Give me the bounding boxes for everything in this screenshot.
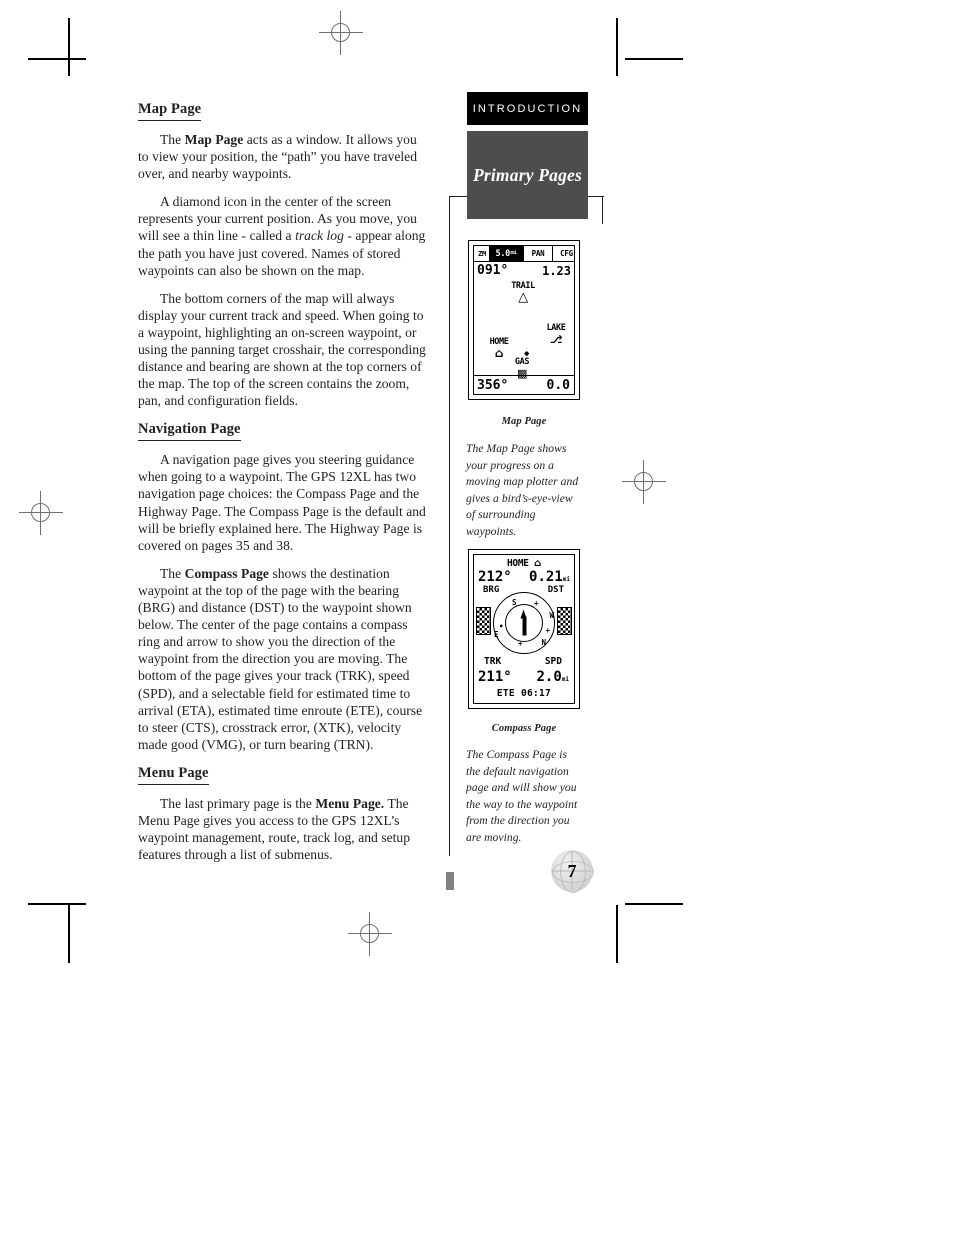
section-title-box: Primary Pages bbox=[467, 131, 588, 219]
waypoint-lake: LAKE ⎇ bbox=[536, 323, 574, 347]
zoom-value: 5.0 bbox=[495, 248, 511, 259]
map-page-lcd: ZM 5.0 mi PAN CFG 091° 1.23 TRAIL △ LAKE … bbox=[474, 246, 574, 394]
house-icon: ⌂ bbox=[534, 558, 541, 569]
compass-page-lcd: HOME ⌂ 212° 0.21mi BRG DST S W E N + • + bbox=[474, 555, 574, 703]
crop-mark-bottom-right-h bbox=[625, 903, 683, 905]
compass-spd-label: SPD bbox=[544, 656, 562, 667]
paragraph-navigation-page-2: The Compass Page shows the destination w… bbox=[138, 565, 423, 752]
boat-icon: ⎇ bbox=[549, 333, 563, 346]
compass-trk-label: TRK bbox=[484, 656, 502, 667]
crop-mark-top-left-v bbox=[68, 18, 70, 76]
compass-point-w: W bbox=[549, 611, 554, 620]
compass-brg-value: 212° bbox=[478, 569, 512, 585]
map-page-device-screen: ZM 5.0 mi PAN CFG 091° 1.23 TRAIL △ LAKE … bbox=[468, 240, 580, 400]
waypoint-trail: TRAIL △ bbox=[502, 282, 544, 305]
crop-mark-top-left-h bbox=[28, 58, 86, 60]
figure-caption-compass-page: The Compass Page is the default navigati… bbox=[466, 748, 578, 844]
heading-map-page: Map Page bbox=[138, 101, 202, 121]
heading-menu-page: Menu Page bbox=[138, 765, 209, 785]
pan-field: PAN bbox=[531, 249, 545, 258]
compass-tick-3: + bbox=[545, 626, 550, 635]
compass-tick-4: + bbox=[518, 639, 523, 648]
sidebar-rule-vertical bbox=[449, 196, 451, 856]
diamond-icon: ◆ bbox=[524, 349, 530, 359]
figure-title-map-page: Map Page bbox=[501, 416, 547, 427]
page-number-badge: 7 bbox=[551, 850, 594, 893]
heading-navigation-page: Navigation Page bbox=[138, 421, 241, 442]
tent-icon: △ bbox=[518, 290, 528, 305]
registration-mark-top bbox=[319, 11, 363, 55]
paragraph-navigation-page-1: A navigation page gives you steering gui… bbox=[138, 452, 426, 553]
compass-tick-1: + bbox=[534, 599, 539, 608]
compass-ete-row: ETE 06:17 bbox=[474, 688, 574, 699]
compass-page-device-screen: HOME ⌂ 212° 0.21mi BRG DST S W E N + • + bbox=[468, 549, 580, 709]
compass-dst-value: 0.21mi bbox=[529, 569, 570, 585]
zoom-unit: mi bbox=[510, 249, 517, 256]
compass-ete-label: ETE bbox=[496, 688, 515, 699]
compass-spd-unit: mi bbox=[561, 676, 569, 683]
map-distance-top: 1.23 bbox=[542, 264, 571, 278]
crop-mark-top-right-h bbox=[625, 58, 683, 60]
registration-mark-left bbox=[19, 491, 63, 535]
compass-spd-number: 2.0 bbox=[536, 669, 562, 685]
crop-mark-bottom-left-v bbox=[68, 905, 70, 963]
paragraph-map-page-1: The Map Page acts as a window. It allows… bbox=[138, 131, 418, 182]
section-navigation-page: Navigation Page bbox=[138, 420, 430, 448]
sidebar-rule-right bbox=[602, 196, 604, 224]
compass-point-e: E bbox=[494, 630, 499, 639]
map-page-lcd-bezel: ZM 5.0 mi PAN CFG 091° 1.23 TRAIL △ LAKE … bbox=[473, 245, 575, 395]
main-text-column: Map Page The Map Page acts as a window. … bbox=[138, 100, 430, 874]
paragraph-menu-page-1: The last primary page is the Menu Page. … bbox=[138, 795, 411, 863]
compass-point-s: S bbox=[512, 598, 517, 607]
compass-page-lcd-bezel: HOME ⌂ 212° 0.21mi BRG DST S W E N + • + bbox=[473, 554, 575, 704]
bearing-arrow-icon bbox=[520, 609, 528, 636]
section-tab-introduction: INTRODUCTION bbox=[467, 92, 588, 125]
compass-tick-2: • bbox=[499, 622, 504, 631]
waypoint-lake-label: LAKE bbox=[546, 323, 566, 333]
section-menu-page: Menu Page bbox=[138, 764, 430, 792]
compass-dst-label: DST bbox=[547, 585, 564, 595]
registration-mark-right bbox=[622, 460, 666, 504]
figure-title-compass-page: Compass Page bbox=[491, 723, 557, 734]
section-title-label: Primary Pages bbox=[472, 164, 583, 185]
compass-destination-row: HOME ⌂ bbox=[474, 558, 574, 569]
compass-brg-label: BRG bbox=[483, 585, 500, 595]
map-speed-bottom: 0.0 bbox=[546, 378, 570, 393]
compass-destination-label: HOME bbox=[507, 558, 529, 569]
compass-point-n: N bbox=[541, 638, 546, 647]
compass-dst-number: 0.21 bbox=[529, 569, 563, 585]
figure-caption-map-page: The Map Page shows your progress on a mo… bbox=[466, 442, 579, 538]
compass-spd-value: 2.0mi bbox=[536, 669, 569, 685]
map-top-field-bar: ZM 5.0 mi PAN CFG bbox=[474, 246, 574, 262]
compass-trk-value: 211° bbox=[478, 669, 512, 685]
section-tab-label: INTRODUCTION bbox=[472, 102, 583, 115]
compass-dst-unit: mi bbox=[562, 576, 570, 583]
registration-mark-bottom bbox=[348, 912, 392, 956]
map-track-bottom: 356° bbox=[477, 378, 509, 393]
crop-mark-bottom-left-h bbox=[28, 903, 86, 905]
sidebar-tick-mark bbox=[446, 872, 454, 890]
page-number: 7 bbox=[567, 860, 577, 881]
zoom-label: ZM bbox=[478, 249, 486, 258]
paragraph-map-page-2: A diamond icon in the center of the scre… bbox=[138, 194, 426, 278]
cfg-field: CFG bbox=[560, 249, 573, 258]
waypoint-home: HOME ⌂ bbox=[480, 338, 518, 360]
map-bottom-field-bar: 356° 0.0 bbox=[474, 375, 574, 394]
zoom-value-field: 5.0 mi bbox=[489, 246, 523, 261]
section-map-page: Map Page bbox=[138, 100, 430, 128]
crop-mark-bottom-right-v bbox=[616, 905, 618, 963]
crop-mark-top-right-v bbox=[616, 18, 618, 76]
map-bearing-top: 091° bbox=[477, 263, 509, 278]
compass-ete-value: 06:17 bbox=[520, 688, 552, 699]
paragraph-map-page-3: The bottom corners of the map will alway… bbox=[138, 290, 426, 409]
compass-rose: S W E N + • + + bbox=[474, 592, 574, 654]
